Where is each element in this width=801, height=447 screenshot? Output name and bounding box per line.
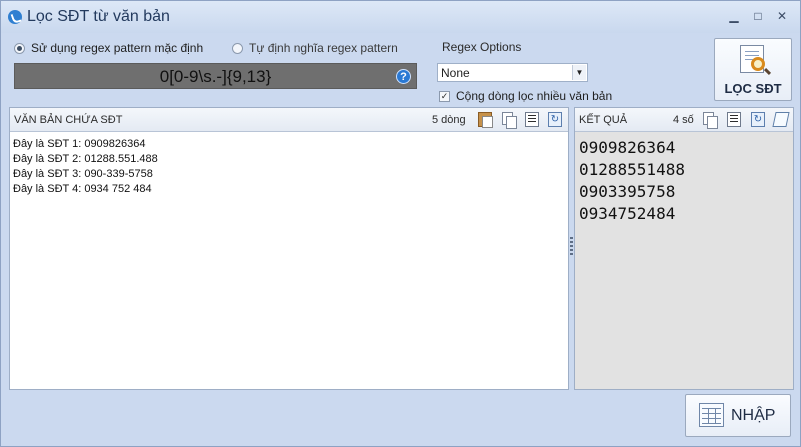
source-line: Đây là SĐT 1: 0909826364: [13, 138, 146, 150]
append-lines-label: Cộng dòng lọc nhiều văn bản: [456, 89, 613, 103]
copy-icon[interactable]: [703, 112, 718, 129]
default-pattern-label: Sử dụng regex pattern mặc định: [31, 41, 204, 55]
results-panel-header: KẾT QUẢ 4 số ↻: [575, 108, 793, 132]
result-item: 0934752484: [579, 204, 676, 223]
help-icon[interactable]: ?: [396, 69, 411, 84]
results-list[interactable]: 0909826364 01288551488 0903395758 093475…: [579, 137, 685, 225]
result-item: 01288551488: [579, 160, 685, 179]
custom-pattern-radio[interactable]: Tự định nghĩa regex pattern: [232, 41, 398, 55]
import-button[interactable]: NHẬP: [685, 394, 791, 437]
source-text-area[interactable]: Đây là SĐT 1: 0909826364 Đây là SĐT 2: 0…: [13, 137, 158, 197]
source-panel-header: VĂN BẢN CHỨA SĐT 5 dòng ↻: [10, 108, 568, 132]
import-label: NHẬP: [731, 407, 776, 424]
refresh-icon[interactable]: ↻: [751, 112, 765, 127]
regex-pattern-value: 0[0-9\s.-]{9,13}: [159, 67, 272, 86]
dropdown-arrow-icon[interactable]: ▼: [572, 65, 586, 80]
result-item: 0909826364: [579, 138, 676, 157]
filter-phone-label: LỌC SĐT: [724, 81, 782, 96]
source-text-panel: VĂN BẢN CHỨA SĐT 5 dòng ↻ Đây là SĐT 1: …: [9, 107, 569, 390]
result-item: 0903395758: [579, 182, 676, 201]
window-title: Lọc SĐT từ văn bản: [27, 8, 170, 25]
radio-unselected-indicator[interactable]: [232, 42, 243, 54]
title-bar: Lọc SĐT từ văn bản ▁ □ ✕: [1, 1, 800, 33]
table-icon: [699, 403, 724, 427]
source-line: Đây là SĐT 3: 090-339-5758: [13, 168, 153, 180]
minimize-icon[interactable]: ▁: [726, 9, 742, 23]
default-pattern-radio[interactable]: Sử dụng regex pattern mặc định: [14, 41, 203, 55]
results-panel: KẾT QUẢ 4 số ↻ 0909826364 01288551488 09…: [574, 107, 794, 390]
checkbox-check-icon[interactable]: ✓: [439, 90, 450, 102]
edit-icon[interactable]: [772, 112, 790, 127]
regex-options-value: None: [441, 66, 470, 80]
regex-pattern-field[interactable]: 0[0-9\s.-]{9,13} ?: [14, 63, 417, 89]
source-line-count: 5 dòng: [432, 114, 466, 126]
panel-splitter[interactable]: [570, 237, 573, 255]
filter-phone-button[interactable]: LỌC SĐT: [714, 38, 792, 101]
regex-options-label: Regex Options: [442, 40, 522, 54]
source-line: Đây là SĐT 2: 01288.551.488: [13, 153, 158, 165]
maximize-icon[interactable]: □: [750, 9, 766, 23]
radio-selected-indicator[interactable]: [14, 42, 25, 54]
magnifier-icon: [751, 57, 765, 71]
results-count: 4 số: [673, 114, 694, 126]
regex-options-select[interactable]: None ▼: [437, 63, 588, 82]
append-lines-checkbox[interactable]: ✓ Cộng dòng lọc nhiều văn bản: [439, 89, 612, 103]
phone-icon: [8, 10, 22, 24]
results-panel-title: KẾT QUẢ: [579, 114, 628, 126]
app-window: Lọc SĐT từ văn bản ▁ □ ✕ Sử dụng regex p…: [0, 0, 801, 447]
source-line: Đây là SĐT 4: 0934 752 484: [13, 183, 152, 195]
refresh-icon[interactable]: ↻: [548, 112, 562, 127]
copy-icon[interactable]: [502, 112, 517, 129]
list-icon[interactable]: [727, 112, 741, 127]
close-icon[interactable]: ✕: [774, 9, 790, 23]
source-panel-title: VĂN BẢN CHỨA SĐT: [14, 114, 123, 126]
list-icon[interactable]: [525, 112, 539, 127]
clipboard-icon[interactable]: [478, 112, 493, 128]
custom-pattern-label: Tự định nghĩa regex pattern: [249, 41, 398, 55]
